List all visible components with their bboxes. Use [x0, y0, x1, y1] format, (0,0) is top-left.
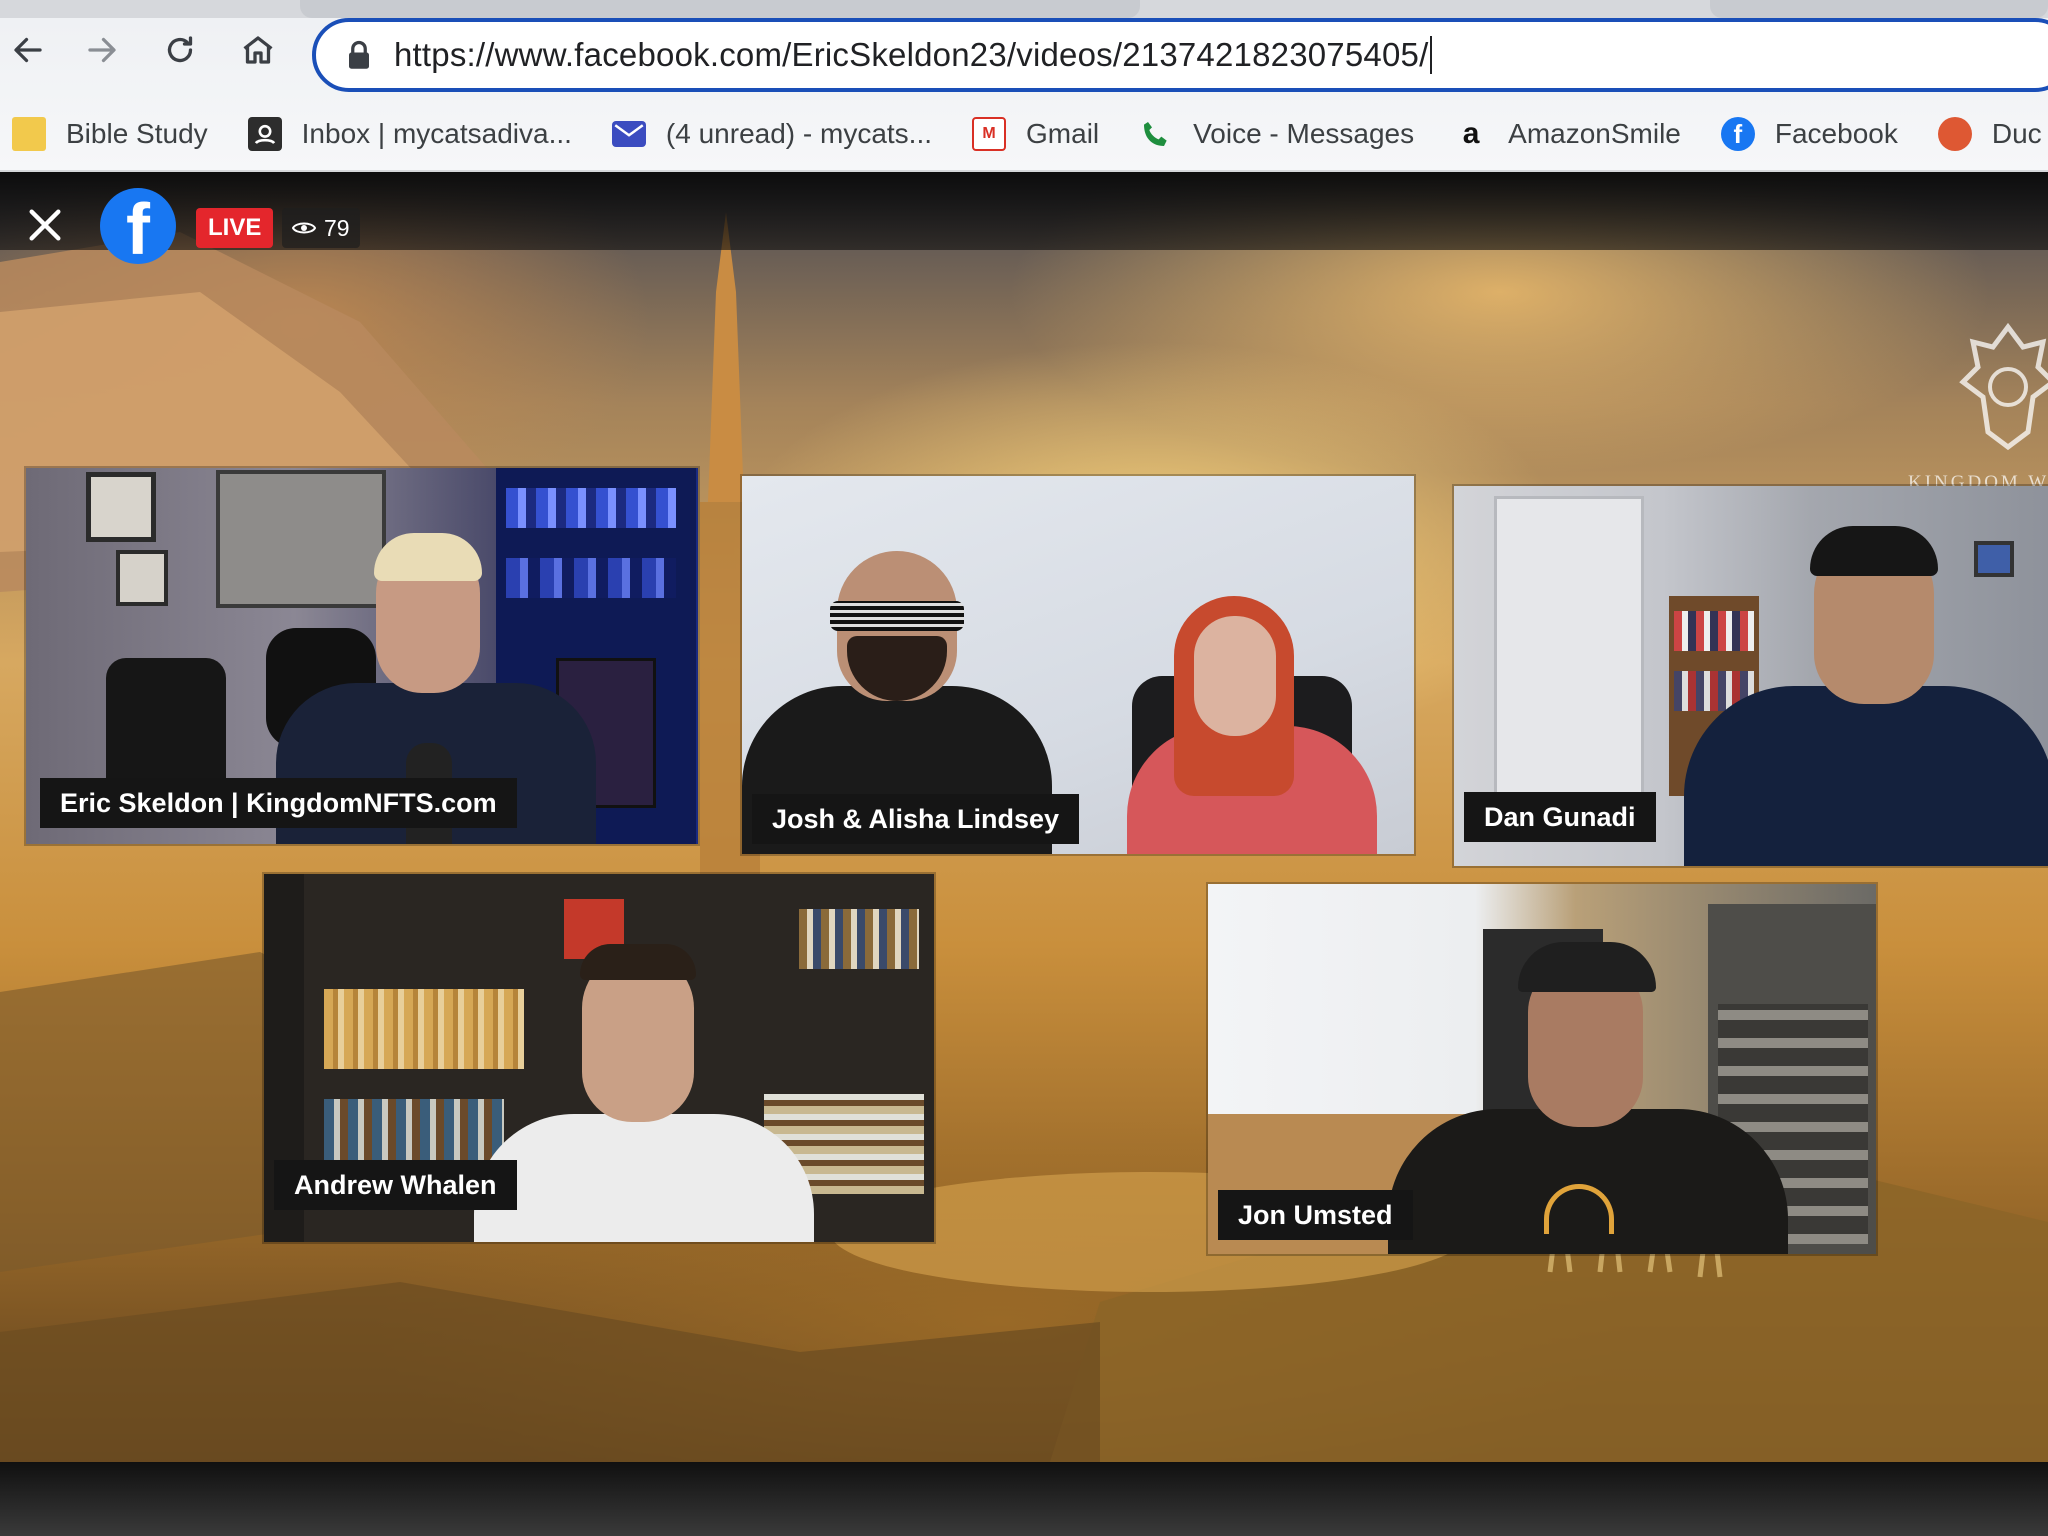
viewer-count: 79: [282, 208, 360, 248]
url-text: https://www.facebook.com/EricSkeldon23/v…: [394, 36, 1429, 73]
baseball-cap: [1518, 942, 1656, 992]
live-video-player[interactable]: KINGDOM W f LIVE 79 Eric Skeldon | Kingd…: [0, 172, 2048, 1462]
viewer-count-value: 79: [324, 214, 350, 241]
text-caret: [1430, 36, 1433, 74]
bookmark-unread-mail[interactable]: (4 unread) - mycats...: [611, 118, 933, 150]
facebook-logo-icon[interactable]: f: [100, 188, 176, 264]
bookmark-voice[interactable]: Voice - Messages: [1139, 117, 1414, 151]
back-button[interactable]: [2, 24, 54, 76]
bookmark-label: Voice - Messages: [1193, 118, 1415, 149]
bookmark-label: Duc: [1991, 118, 2042, 149]
bookmark-label: (4 unread) - mycats...: [665, 118, 933, 149]
address-bar[interactable]: https://www.facebook.com/EricSkeldon23/v…: [312, 18, 2048, 92]
participant-face: [1194, 616, 1276, 736]
tab-strip: [0, 0, 2048, 18]
bookshelf-books: [324, 989, 524, 1069]
participant-hair: [580, 944, 696, 980]
participant-tile-jon[interactable]: Jon Umsted: [1208, 884, 1876, 1254]
bookmark-label: Facebook: [1774, 118, 1898, 149]
participant-hair: [1810, 526, 1938, 576]
participant-body: [1684, 686, 2048, 866]
browser-tab[interactable]: [300, 0, 1140, 18]
bookshelf-books: [799, 909, 919, 969]
participant-name: Josh & Alisha Lindsey: [752, 794, 1080, 844]
bookshelf-books: [1674, 611, 1754, 651]
browser-tab[interactable]: [1710, 0, 2048, 18]
close-icon: [29, 209, 61, 241]
bookshelf-books: [506, 488, 676, 528]
bookmark-label: Gmail: [1026, 118, 1100, 149]
participant-hair: [374, 533, 482, 581]
amazon-icon: a: [1462, 117, 1480, 150]
reload-icon: [167, 36, 193, 63]
folder-icon: [12, 117, 46, 151]
wall-frame: [116, 550, 168, 606]
participant-body: [474, 1114, 814, 1242]
bookmark-label: AmazonSmile: [1508, 118, 1681, 149]
wall-frame: [86, 472, 156, 542]
monitor-bezel-bottom: [0, 1462, 2048, 1536]
bookmark-facebook[interactable]: f Facebook: [1720, 117, 1898, 151]
door: [1494, 496, 1644, 836]
live-badge: LIVE: [196, 208, 274, 248]
close-button[interactable]: [22, 202, 68, 248]
home-icon: [243, 36, 273, 64]
participant-name: Dan Gunadi: [1464, 792, 1656, 842]
wall-frame: [1974, 541, 2014, 577]
participant-tile-andrew[interactable]: Andrew Whalen: [264, 874, 934, 1242]
shutter-shades: [830, 601, 964, 631]
forward-button[interactable]: [76, 24, 128, 76]
bookmark-duckduckgo[interactable]: Duc: [1937, 117, 2042, 151]
bookmark-bible-study[interactable]: Bible Study: [12, 117, 208, 151]
duckduckgo-icon: [1937, 117, 1972, 151]
reload-button[interactable]: [154, 24, 206, 76]
bookshelf-books: [506, 558, 676, 598]
participant-name: Andrew Whalen: [274, 1160, 517, 1210]
bookmark-label: Bible Study: [66, 118, 208, 149]
bookmarks-bar: Bible Study Inbox | mycatsadiva... (4 un…: [0, 102, 2048, 166]
participant-name: Eric Skeldon | KingdomNFTS.com: [40, 778, 517, 828]
bookmark-amazonsmile[interactable]: a AmazonSmile: [1454, 117, 1681, 151]
arrow-right-icon: [88, 37, 116, 63]
browser-chrome: https://www.facebook.com/EricSkeldon23/v…: [0, 0, 2048, 172]
lock-icon: [349, 40, 369, 69]
bookmark-label: Inbox | mycatsadiva...: [301, 118, 572, 149]
home-button[interactable]: [232, 24, 284, 76]
participant-name: Jon Umsted: [1218, 1190, 1413, 1240]
gmail-icon: M: [972, 117, 1007, 151]
facebook-icon: f: [1720, 117, 1755, 151]
bookmark-gmail[interactable]: M Gmail: [972, 117, 1099, 151]
bookmark-inbox[interactable]: Inbox | mycatsadiva...: [247, 117, 572, 151]
phone-icon: [1139, 117, 1173, 151]
participant-tile-eric[interactable]: Eric Skeldon | KingdomNFTS.com: [26, 468, 698, 844]
lion-crest-icon: [1959, 322, 2048, 451]
arrow-left-icon: [14, 37, 42, 63]
envelope-icon: [611, 121, 646, 147]
screen: https://www.facebook.com/EricSkeldon23/v…: [0, 0, 2048, 1536]
eye-icon: [292, 222, 316, 234]
participant-tile-josh-alisha[interactable]: Josh & Alisha Lindsey: [742, 476, 1414, 854]
participant-tile-dan[interactable]: Dan Gunadi: [1454, 486, 2048, 866]
mail-app-icon: [247, 117, 282, 151]
lion-painting: [216, 470, 386, 608]
